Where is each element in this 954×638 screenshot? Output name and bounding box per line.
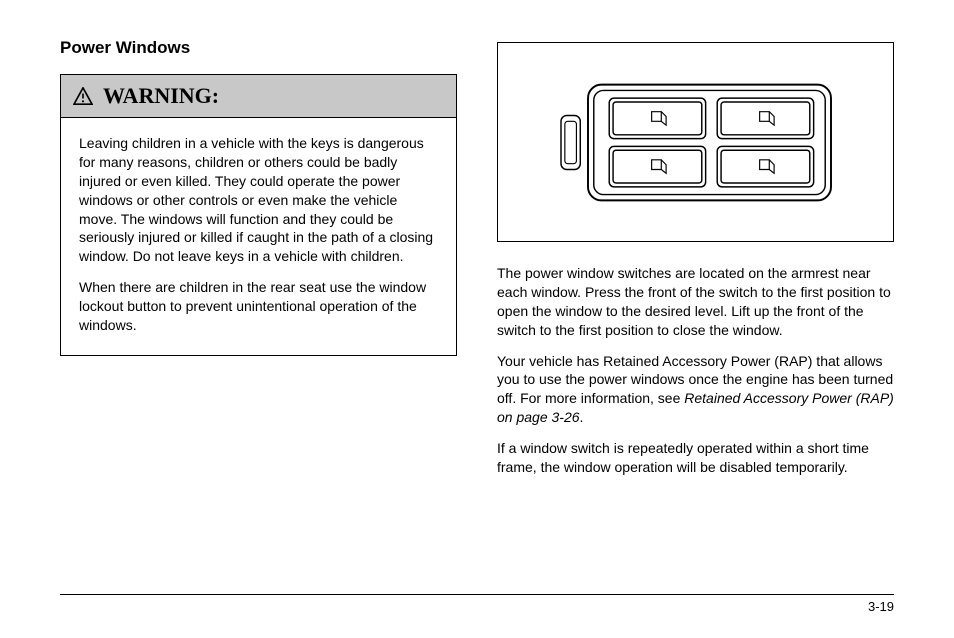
- section-heading: Power Windows: [60, 38, 457, 58]
- warning-triangle-icon: [73, 87, 93, 105]
- page-footer: 3-19: [60, 594, 894, 614]
- body-paragraph: If a window switch is repeatedly operate…: [497, 439, 894, 477]
- warning-box: WARNING: Leaving children in a vehicle w…: [60, 74, 457, 356]
- warning-label: WARNING:: [103, 83, 219, 109]
- warning-header: WARNING:: [61, 75, 456, 118]
- warning-body: Leaving children in a vehicle with the k…: [61, 118, 456, 355]
- body-paragraph: Your vehicle has Retained Accessory Powe…: [497, 352, 894, 428]
- body-text: The power window switches are located on…: [497, 264, 894, 477]
- body-text-span: .: [580, 409, 584, 425]
- body-paragraph: The power window switches are located on…: [497, 264, 894, 340]
- page-number: 3-19: [868, 599, 894, 614]
- window-switch-illustration: [497, 42, 894, 242]
- warning-paragraph: Leaving children in a vehicle with the k…: [79, 134, 438, 266]
- warning-paragraph: When there are children in the rear seat…: [79, 278, 438, 335]
